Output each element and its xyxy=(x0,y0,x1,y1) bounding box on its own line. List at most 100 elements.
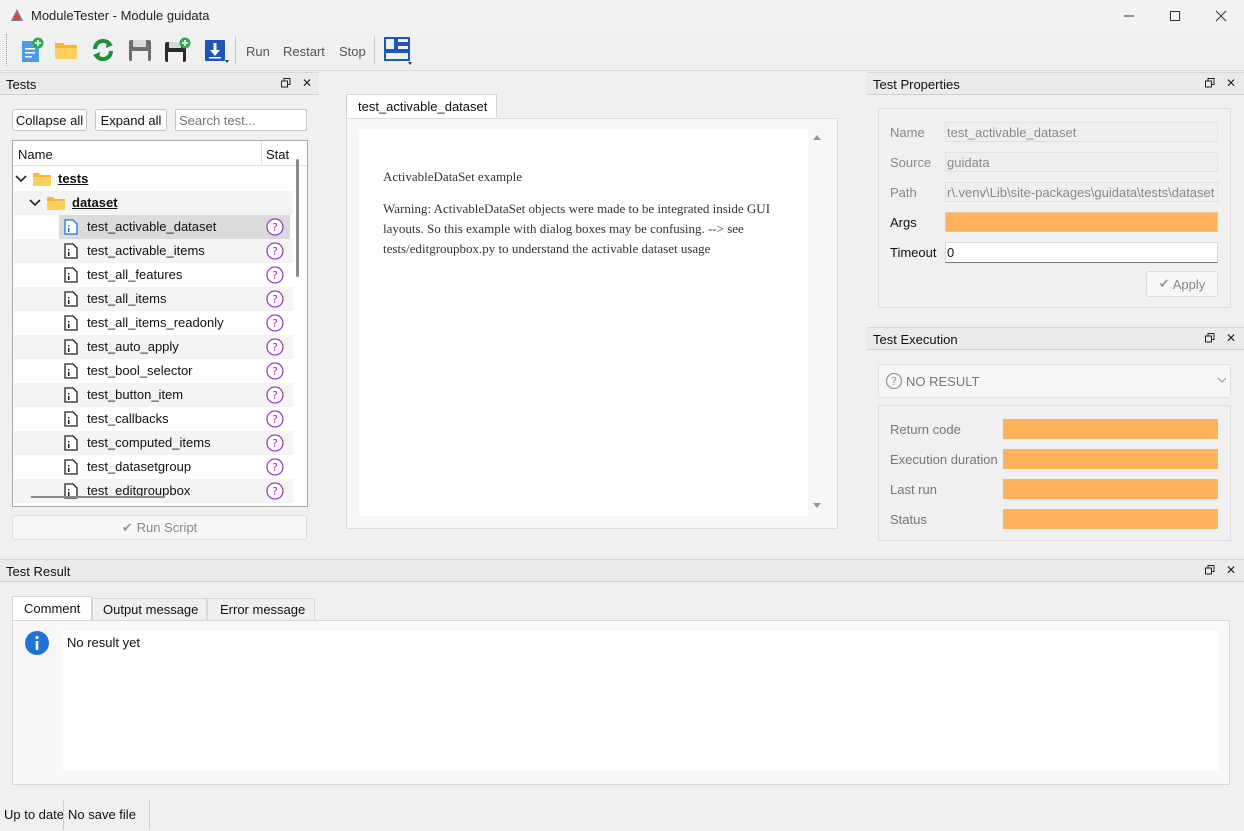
column-status-header[interactable]: Stat xyxy=(266,147,289,162)
tab-error-message[interactable]: Error message xyxy=(207,598,315,620)
duration-value xyxy=(1003,449,1218,469)
float-icon[interactable] xyxy=(1203,76,1217,90)
vertical-scrollbar[interactable] xyxy=(296,159,299,277)
status-value xyxy=(1003,509,1218,529)
test-file-icon xyxy=(64,411,78,427)
source-label: Source xyxy=(890,155,932,170)
description-view[interactable]: ActivableDataSet example Warning: Activa… xyxy=(359,129,808,516)
last-run-label: Last run xyxy=(890,482,937,497)
args-field[interactable] xyxy=(945,212,1218,232)
stop-button[interactable]: Stop xyxy=(339,44,366,59)
refresh-icon[interactable] xyxy=(86,34,120,66)
tree-item-test[interactable]: test_all_items_readonly? xyxy=(13,311,293,335)
timeout-field[interactable]: 0 xyxy=(945,242,1218,263)
tree-item-label: test_button_item xyxy=(87,387,184,402)
chevron-down-icon[interactable] xyxy=(29,198,41,208)
float-icon[interactable] xyxy=(279,76,293,90)
tree-item-test[interactable]: test_editgroupbox? xyxy=(13,479,293,503)
tree-item-test[interactable]: test_computed_items? xyxy=(13,431,293,455)
svg-text:?: ? xyxy=(272,413,278,426)
close-icon[interactable]: ✕ xyxy=(1224,563,1238,577)
editor-scrollbar[interactable] xyxy=(810,129,824,516)
tree-item-test[interactable]: test_datasetgroup? xyxy=(13,455,293,479)
tree-item-label: test_all_items_readonly xyxy=(87,315,224,330)
tree-folder-tests[interactable]: tests xyxy=(13,167,293,191)
tree-item-test[interactable]: test_all_features? xyxy=(13,263,293,287)
close-icon[interactable]: ✕ xyxy=(300,76,314,90)
tests-dock-title[interactable]: Tests ✕ xyxy=(0,72,319,95)
check-icon: ✔ xyxy=(121,519,133,535)
tab-test-activable-dataset[interactable]: test_activable_dataset xyxy=(346,94,497,119)
status-unknown-icon: ? xyxy=(266,242,284,260)
execution-dock-label: Test Execution xyxy=(873,332,958,347)
tree-item-label: test_activable_items xyxy=(87,243,205,258)
maximize-button[interactable] xyxy=(1152,0,1198,31)
result-message-area[interactable]: No result yet xyxy=(63,631,1218,771)
svg-text:?: ? xyxy=(272,341,278,354)
restart-button[interactable]: Restart xyxy=(283,44,325,59)
float-icon[interactable] xyxy=(1203,331,1217,345)
toolbar-grip[interactable] xyxy=(6,34,9,66)
scroll-up-icon[interactable] xyxy=(813,134,821,140)
save-add-icon[interactable] xyxy=(160,34,194,66)
test-file-icon xyxy=(64,387,78,403)
status-divider xyxy=(63,800,64,830)
result-dock-title[interactable]: Test Result ✕ xyxy=(0,559,1244,582)
search-input[interactable] xyxy=(175,109,307,131)
column-name-header[interactable]: Name xyxy=(18,147,53,162)
toolbar-separator xyxy=(235,36,236,64)
close-icon[interactable]: ✕ xyxy=(1224,331,1238,345)
column-divider xyxy=(261,141,262,166)
close-icon[interactable]: ✕ xyxy=(1224,76,1238,90)
run-script-button[interactable]: ✔ Run Script xyxy=(12,515,307,540)
status-divider xyxy=(149,800,150,830)
execution-dock-title[interactable]: Test Execution ✕ xyxy=(867,327,1244,350)
tree-item-test[interactable]: test_button_item? xyxy=(13,383,293,407)
status-bar xyxy=(0,799,1244,831)
scroll-down-icon[interactable] xyxy=(813,503,821,509)
float-icon[interactable] xyxy=(1203,563,1217,577)
chevron-down-icon xyxy=(1217,377,1227,383)
download-icon[interactable] xyxy=(198,34,232,66)
tab-comment[interactable]: Comment xyxy=(12,596,92,621)
svg-text:?: ? xyxy=(272,461,278,474)
status-unknown-icon: ? xyxy=(266,338,284,356)
result-dropdown[interactable]: ? NO RESULT xyxy=(878,364,1231,398)
status-unknown-icon: ? xyxy=(266,314,284,332)
svg-text:?: ? xyxy=(272,245,278,258)
close-window-button[interactable] xyxy=(1198,0,1244,31)
svg-text:?: ? xyxy=(272,221,278,234)
tree-item-test[interactable]: test_bool_selector? xyxy=(13,359,293,383)
tree-item-test[interactable]: test_activable_dataset? xyxy=(59,215,290,239)
tab-output-message[interactable]: Output message xyxy=(92,598,207,620)
path-field[interactable]: r\.venv\Lib\site-packages\guidata\tests\… xyxy=(945,182,1218,202)
app-icon xyxy=(9,7,25,23)
tree-folder-dataset[interactable]: dataset xyxy=(13,191,293,215)
svg-text:?: ? xyxy=(272,293,278,306)
open-folder-icon[interactable] xyxy=(49,34,83,66)
tree-item-test[interactable]: test_all_items? xyxy=(13,287,293,311)
status-unknown-icon: ? xyxy=(266,290,284,308)
properties-dock-title[interactable]: Test Properties ✕ xyxy=(867,72,1244,95)
save-icon[interactable] xyxy=(123,34,157,66)
layout-icon[interactable] xyxy=(380,34,414,66)
chevron-down-icon[interactable] xyxy=(15,174,27,184)
test-tree[interactable]: Name Stat tests dataset test_activable_d… xyxy=(12,140,308,507)
status-label: Status xyxy=(890,512,927,527)
tree-item-test[interactable]: test_auto_apply? xyxy=(13,335,293,359)
args-label: Args xyxy=(890,215,917,230)
apply-button[interactable]: ✔ Apply xyxy=(1146,271,1218,297)
info-icon xyxy=(25,631,49,655)
tree-item-test[interactable]: test_activable_items? xyxy=(13,239,293,263)
horizontal-scrollbar[interactable] xyxy=(31,496,165,498)
new-file-icon[interactable] xyxy=(14,34,48,66)
name-field[interactable]: test_activable_dataset xyxy=(945,122,1218,142)
minimize-button[interactable] xyxy=(1106,0,1152,31)
description-heading: ActivableDataSet example xyxy=(383,169,522,184)
collapse-all-button[interactable]: Collapse all xyxy=(12,109,87,131)
test-file-icon xyxy=(64,267,78,283)
expand-all-button[interactable]: Expand all xyxy=(95,109,167,131)
run-button[interactable]: Run xyxy=(246,44,270,59)
source-field[interactable]: guidata xyxy=(945,152,1218,172)
tree-item-test[interactable]: test_callbacks? xyxy=(13,407,293,431)
